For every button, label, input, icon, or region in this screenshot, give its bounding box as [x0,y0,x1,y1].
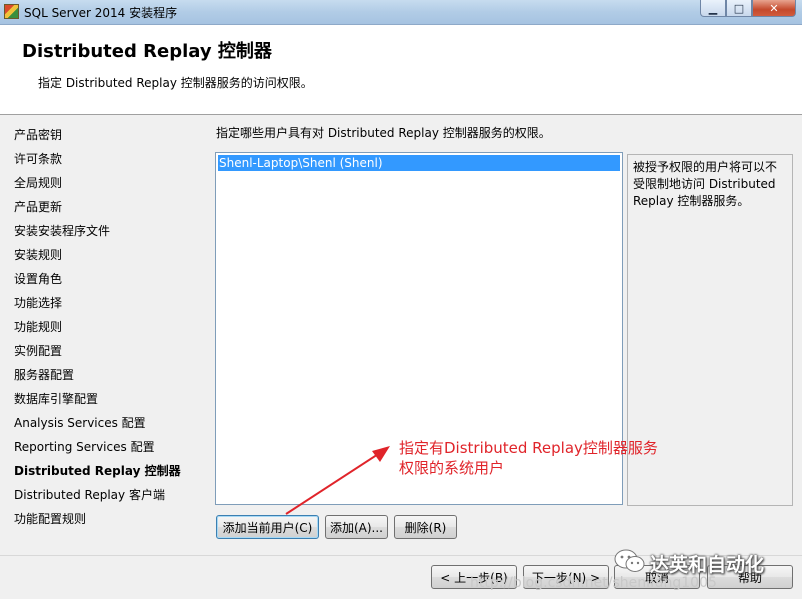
wechat-icon [614,549,645,572]
annotation-line-1: 指定有Distributed Replay控制器服务 [399,439,658,457]
watermark-brand: 达英和自动化 [650,554,765,576]
annotation-text: 指定有Distributed Replay控制器服务 权限的系统用户 [399,438,669,478]
annotation-line-2: 权限的系统用户 [399,459,505,477]
watermark-url: http://blog.csdn.net/shenlfang1005 [470,575,717,591]
annotation-arrow [285,446,390,515]
